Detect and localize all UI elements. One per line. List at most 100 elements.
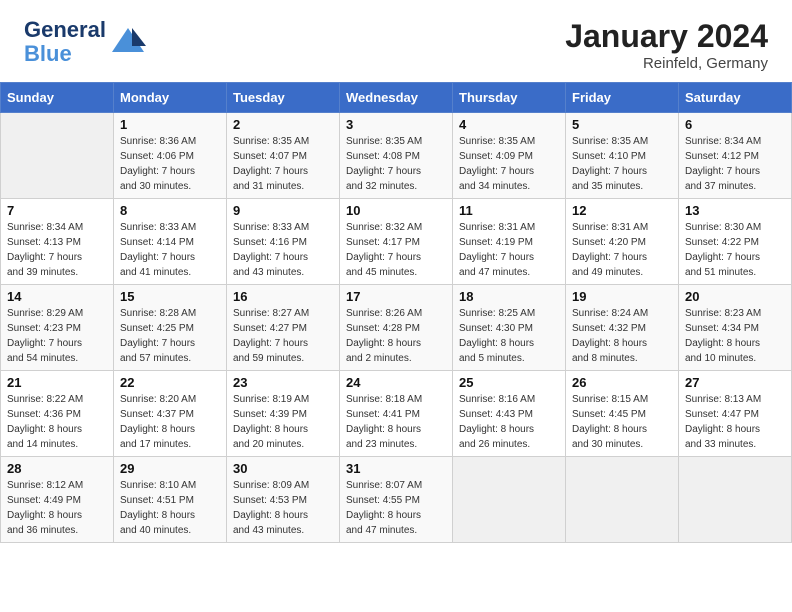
day-info: Sunrise: 8:36 AM Sunset: 4:06 PM Dayligh…: [120, 134, 220, 194]
day-info: Sunrise: 8:32 AM Sunset: 4:17 PM Dayligh…: [346, 220, 446, 280]
day-info: Sunrise: 8:19 AM Sunset: 4:39 PM Dayligh…: [233, 392, 333, 452]
calendar-cell: 5 Sunrise: 8:35 AM Sunset: 4:10 PM Daylig…: [566, 113, 679, 199]
page-header: GeneralBlue January 2024 Reinfeld, Germa…: [0, 0, 792, 82]
calendar-cell: [1, 113, 114, 199]
day-number: 15: [120, 289, 220, 304]
day-info: Sunrise: 8:34 AM Sunset: 4:12 PM Dayligh…: [685, 134, 785, 194]
calendar-cell: 16Sunrise: 8:27 AM Sunset: 4:27 PM Dayli…: [227, 285, 340, 371]
calendar-cell: 31 Sunrise: 8:07 AM Sunset: 4:55 PM Dayli…: [340, 457, 453, 543]
calendar-cell: 10 Sunrise: 8:32 AM Sunset: 4:17 PM Dayli…: [340, 199, 453, 285]
day-number: 12: [572, 203, 672, 218]
day-info: Sunrise: 8:35 AM Sunset: 4:07 PM Dayligh…: [233, 134, 333, 194]
calendar-cell: 2 Sunrise: 8:35 AM Sunset: 4:07 PM Daylig…: [227, 113, 340, 199]
weekday-thursday: Thursday: [453, 83, 566, 113]
weekday-monday: Monday: [114, 83, 227, 113]
day-info: Sunrise: 8:18 AM Sunset: 4:41 PM Dayligh…: [346, 392, 446, 452]
calendar-cell: 12 Sunrise: 8:31 AM Sunset: 4:20 PM Dayli…: [566, 199, 679, 285]
day-info: Sunrise: 8:22 AM Sunset: 4:36 PM Dayligh…: [7, 392, 107, 452]
calendar-cell: 22 Sunrise: 8:20 AM Sunset: 4:37 PM Dayli…: [114, 371, 227, 457]
day-number: 22: [120, 375, 220, 390]
day-info: Sunrise: 8:33 AM Sunset: 4:14 PM Dayligh…: [120, 220, 220, 280]
logo-icon: [110, 24, 146, 60]
weekday-header-row: SundayMondayTuesdayWednesdayThursdayFrid…: [1, 83, 792, 113]
month-title: January 2024: [565, 18, 768, 55]
day-number: 28: [7, 461, 107, 476]
calendar-cell: 17 Sunrise: 8:26 AM Sunset: 4:28 PM Dayli…: [340, 285, 453, 371]
day-number: 8: [120, 203, 220, 218]
calendar-body: 1 Sunrise: 8:36 AM Sunset: 4:06 PM Daylig…: [1, 113, 792, 543]
day-number: 30: [233, 461, 333, 476]
logo-text: GeneralBlue: [24, 18, 106, 66]
day-number: 1: [120, 117, 220, 132]
day-number: 2: [233, 117, 333, 132]
day-info: Sunrise: 8:12 AM Sunset: 4:49 PM Dayligh…: [7, 478, 107, 538]
calendar-cell: 14Sunrise: 8:29 AM Sunset: 4:23 PM Dayli…: [1, 285, 114, 371]
calendar-cell: 13Sunrise: 8:30 AM Sunset: 4:22 PM Dayli…: [679, 199, 792, 285]
calendar-cell: 7 Sunrise: 8:34 AM Sunset: 4:13 PM Daylig…: [1, 199, 114, 285]
day-number: 14: [7, 289, 107, 304]
calendar-cell: 3 Sunrise: 8:35 AM Sunset: 4:08 PM Daylig…: [340, 113, 453, 199]
day-info: Sunrise: 8:35 AM Sunset: 4:08 PM Dayligh…: [346, 134, 446, 194]
calendar-cell: 11 Sunrise: 8:31 AM Sunset: 4:19 PM Dayli…: [453, 199, 566, 285]
weekday-tuesday: Tuesday: [227, 83, 340, 113]
calendar-cell: [453, 457, 566, 543]
calendar-cell: 1 Sunrise: 8:36 AM Sunset: 4:06 PM Daylig…: [114, 113, 227, 199]
week-row-3: 21 Sunrise: 8:22 AM Sunset: 4:36 PM Dayli…: [1, 371, 792, 457]
week-row-1: 7 Sunrise: 8:34 AM Sunset: 4:13 PM Daylig…: [1, 199, 792, 285]
calendar-table: SundayMondayTuesdayWednesdayThursdayFrid…: [0, 82, 792, 543]
calendar-cell: 26 Sunrise: 8:15 AM Sunset: 4:45 PM Dayli…: [566, 371, 679, 457]
calendar-cell: 21 Sunrise: 8:22 AM Sunset: 4:36 PM Dayli…: [1, 371, 114, 457]
day-number: 10: [346, 203, 446, 218]
logo: GeneralBlue: [24, 18, 146, 66]
day-number: 11: [459, 203, 559, 218]
weekday-wednesday: Wednesday: [340, 83, 453, 113]
calendar-cell: 18Sunrise: 8:25 AM Sunset: 4:30 PM Dayli…: [453, 285, 566, 371]
day-number: 24: [346, 375, 446, 390]
day-number: 26: [572, 375, 672, 390]
calendar-cell: 28 Sunrise: 8:12 AM Sunset: 4:49 PM Dayli…: [1, 457, 114, 543]
day-info: Sunrise: 8:07 AM Sunset: 4:55 PM Dayligh…: [346, 478, 446, 538]
day-info: Sunrise: 8:09 AM Sunset: 4:53 PM Dayligh…: [233, 478, 333, 538]
weekday-saturday: Saturday: [679, 83, 792, 113]
day-info: Sunrise: 8:35 AM Sunset: 4:09 PM Dayligh…: [459, 134, 559, 194]
day-number: 27: [685, 375, 785, 390]
calendar-cell: 20Sunrise: 8:23 AM Sunset: 4:34 PM Dayli…: [679, 285, 792, 371]
day-info: Sunrise: 8:31 AM Sunset: 4:20 PM Dayligh…: [572, 220, 672, 280]
week-row-2: 14Sunrise: 8:29 AM Sunset: 4:23 PM Dayli…: [1, 285, 792, 371]
calendar-cell: [566, 457, 679, 543]
day-info: Sunrise: 8:27 AM Sunset: 4:27 PM Dayligh…: [233, 306, 333, 366]
day-number: 9: [233, 203, 333, 218]
day-info: Sunrise: 8:35 AM Sunset: 4:10 PM Dayligh…: [572, 134, 672, 194]
day-info: Sunrise: 8:26 AM Sunset: 4:28 PM Dayligh…: [346, 306, 446, 366]
calendar-cell: 29Sunrise: 8:10 AM Sunset: 4:51 PM Dayli…: [114, 457, 227, 543]
day-number: 13: [685, 203, 785, 218]
day-number: 31: [346, 461, 446, 476]
day-number: 20: [685, 289, 785, 304]
week-row-0: 1 Sunrise: 8:36 AM Sunset: 4:06 PM Daylig…: [1, 113, 792, 199]
day-info: Sunrise: 8:34 AM Sunset: 4:13 PM Dayligh…: [7, 220, 107, 280]
title-block: January 2024 Reinfeld, Germany: [565, 18, 768, 72]
calendar-cell: 23Sunrise: 8:19 AM Sunset: 4:39 PM Dayli…: [227, 371, 340, 457]
weekday-sunday: Sunday: [1, 83, 114, 113]
day-number: 25: [459, 375, 559, 390]
day-number: 21: [7, 375, 107, 390]
calendar-cell: 30 Sunrise: 8:09 AM Sunset: 4:53 PM Dayli…: [227, 457, 340, 543]
day-info: Sunrise: 8:31 AM Sunset: 4:19 PM Dayligh…: [459, 220, 559, 280]
calendar-cell: 6 Sunrise: 8:34 AM Sunset: 4:12 PM Daylig…: [679, 113, 792, 199]
day-info: Sunrise: 8:28 AM Sunset: 4:25 PM Dayligh…: [120, 306, 220, 366]
day-number: 6: [685, 117, 785, 132]
day-number: 18: [459, 289, 559, 304]
day-info: Sunrise: 8:20 AM Sunset: 4:37 PM Dayligh…: [120, 392, 220, 452]
day-number: 17: [346, 289, 446, 304]
calendar-cell: 9Sunrise: 8:33 AM Sunset: 4:16 PM Daylig…: [227, 199, 340, 285]
day-number: 3: [346, 117, 446, 132]
calendar-cell: 27Sunrise: 8:13 AM Sunset: 4:47 PM Dayli…: [679, 371, 792, 457]
calendar-cell: [679, 457, 792, 543]
day-number: 7: [7, 203, 107, 218]
calendar-cell: 15 Sunrise: 8:28 AM Sunset: 4:25 PM Dayli…: [114, 285, 227, 371]
day-number: 4: [459, 117, 559, 132]
day-number: 5: [572, 117, 672, 132]
weekday-friday: Friday: [566, 83, 679, 113]
calendar-cell: 4 Sunrise: 8:35 AM Sunset: 4:09 PM Daylig…: [453, 113, 566, 199]
day-info: Sunrise: 8:15 AM Sunset: 4:45 PM Dayligh…: [572, 392, 672, 452]
